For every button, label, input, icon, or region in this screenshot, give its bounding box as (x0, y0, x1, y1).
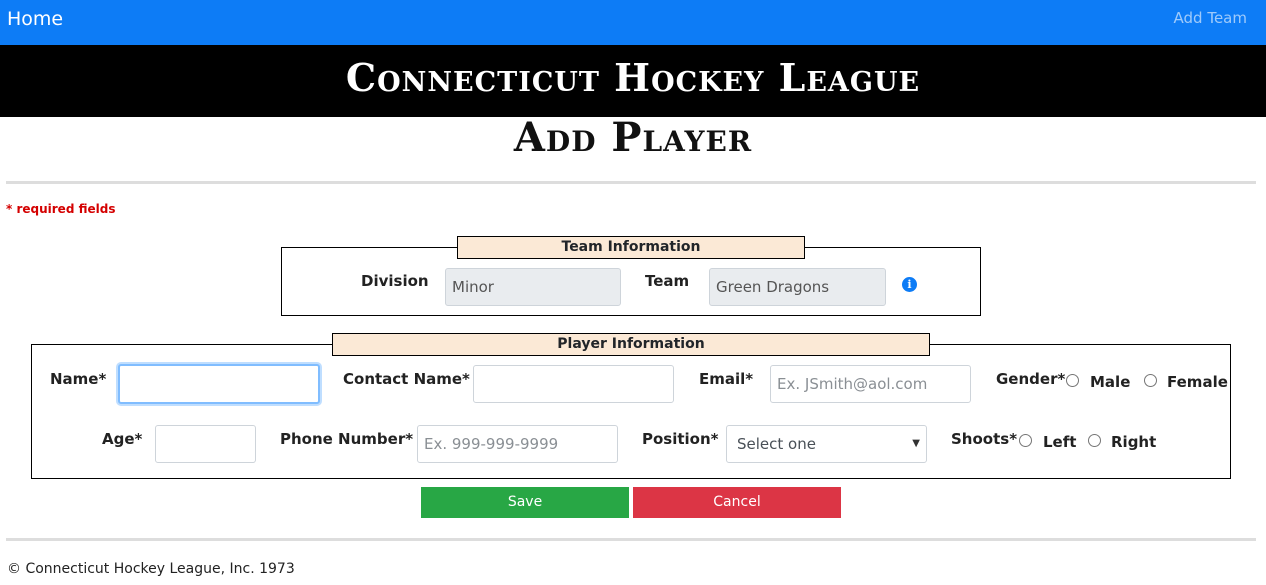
age-label: Age* (102, 430, 143, 448)
team-field (709, 268, 886, 306)
navbar: Home Add Team (0, 0, 1266, 45)
info-circle-icon[interactable]: i (902, 277, 917, 292)
phone-number-input[interactable] (417, 425, 618, 463)
name-label: Name* (50, 370, 107, 388)
team-label: Team (645, 272, 690, 290)
shoots-right-radio[interactable] (1088, 434, 1101, 447)
name-input[interactable] (118, 364, 320, 404)
shoots-left-label[interactable]: Left (1043, 433, 1076, 451)
gender-male-label[interactable]: Male (1090, 373, 1130, 391)
cancel-button[interactable]: Cancel (633, 487, 841, 518)
email-input[interactable] (770, 365, 971, 403)
contact-name-label: Contact Name* (343, 370, 470, 388)
age-input[interactable] (155, 425, 256, 463)
page-title: Add Player (513, 114, 753, 161)
position-label: Position* (642, 430, 719, 448)
email-label: Email* (699, 370, 754, 388)
phone-number-label: Phone Number* (280, 430, 414, 448)
header-banner: Connecticut Hockey League (0, 45, 1266, 117)
gender-female-label[interactable]: Female (1167, 373, 1228, 391)
division-field (445, 268, 621, 306)
team-information-legend: Team Information (457, 236, 805, 259)
position-select[interactable]: Select one ▼ (726, 425, 927, 463)
division-label: Division (361, 272, 429, 290)
player-information-legend: Player Information (332, 333, 930, 356)
save-button[interactable]: Save (421, 487, 629, 518)
league-title: Connecticut Hockey League (345, 54, 921, 100)
gender-female-radio[interactable] (1144, 374, 1157, 387)
footer-copyright: © Connecticut Hockey League, Inc. 1973 (7, 561, 295, 577)
position-selected-value: Select one (737, 435, 816, 453)
gender-label: Gender* (996, 370, 1066, 388)
contact-name-input[interactable] (473, 365, 674, 403)
divider-top (6, 181, 1256, 184)
shoots-left-radio[interactable] (1019, 434, 1032, 447)
nav-home-link[interactable]: Home (7, 8, 63, 30)
shoots-label: Shoots* (951, 430, 1018, 448)
divider-bottom (6, 538, 1256, 541)
shoots-right-label[interactable]: Right (1111, 433, 1156, 451)
nav-add-team-link[interactable]: Add Team (1174, 9, 1247, 27)
chevron-down-icon: ▼ (912, 438, 920, 449)
gender-male-radio[interactable] (1066, 374, 1079, 387)
required-fields-note: * required fields (6, 202, 116, 216)
